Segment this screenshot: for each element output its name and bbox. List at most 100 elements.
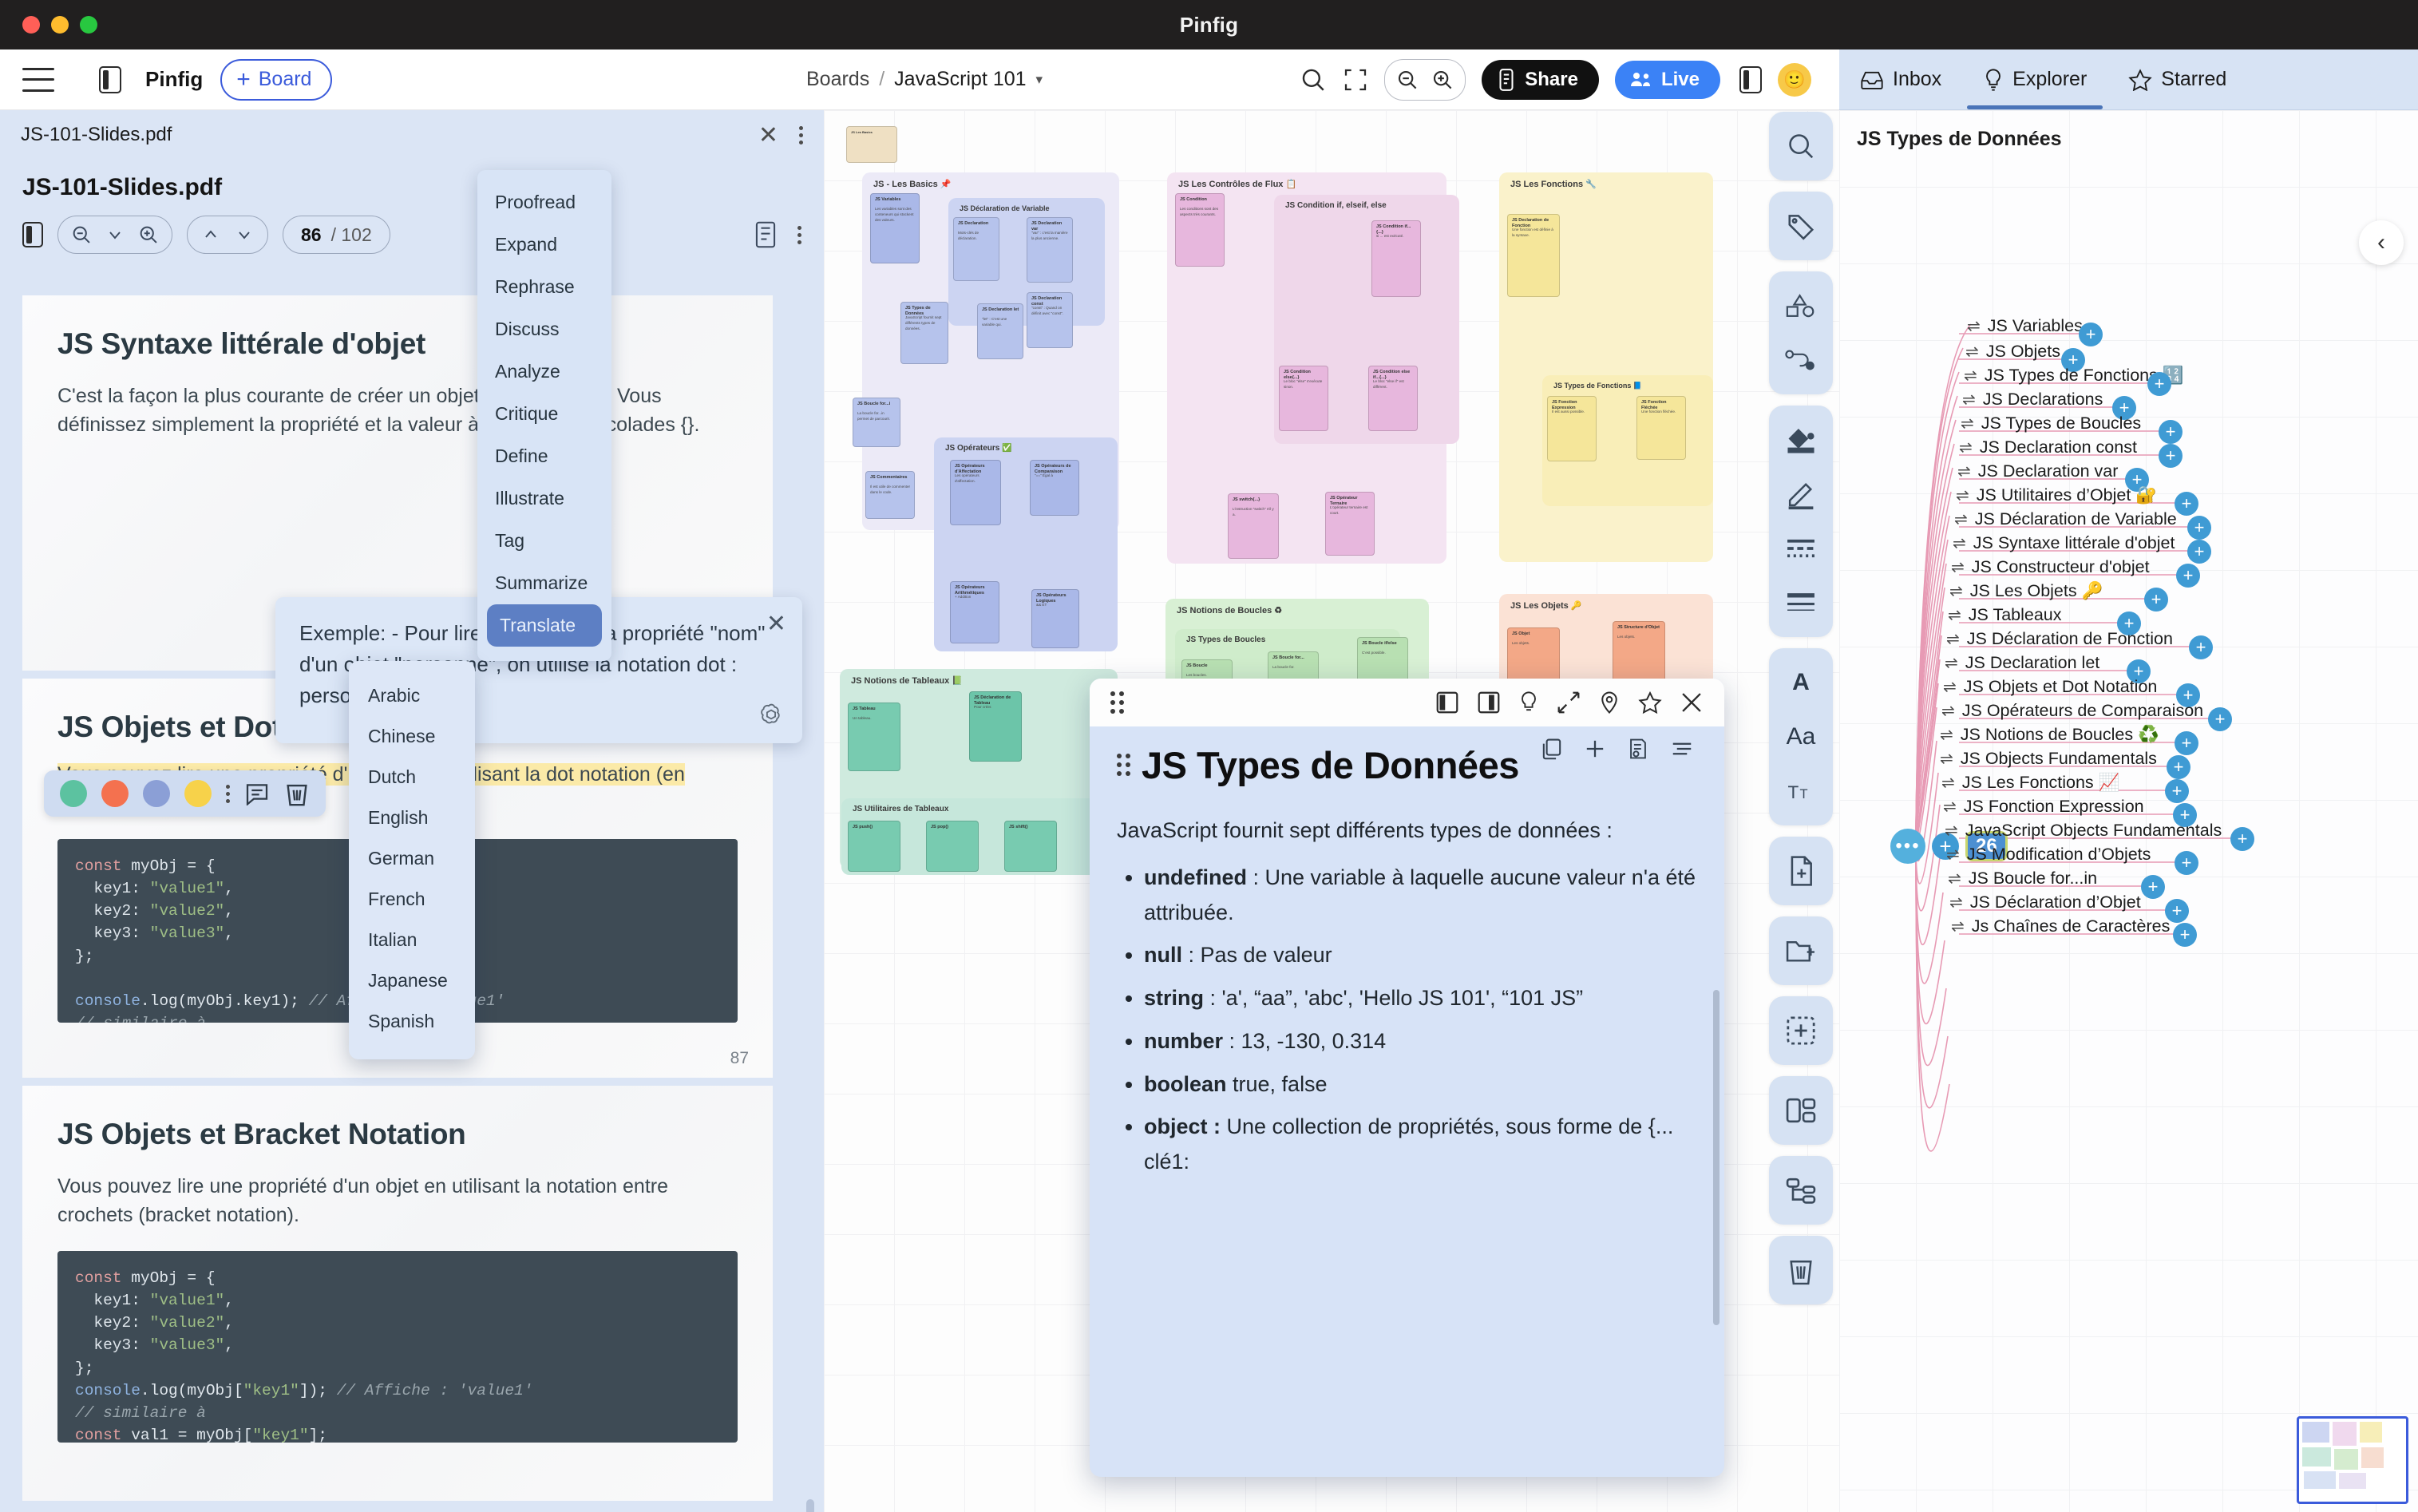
mindmap-node[interactable]: ⇌ JS Déclaration de Variable [1954,509,2177,529]
zoom-in-icon[interactable] [132,217,165,252]
outline-icon[interactable] [753,220,778,249]
ai-menu-item-illustrate[interactable]: Illustrate [477,477,611,520]
next-page-chevron-down-icon[interactable] [228,217,261,252]
breadcrumb-current[interactable]: JavaScript 101 [894,68,1026,91]
bulb-icon[interactable] [1518,691,1539,714]
drag-handle-icon[interactable] [1110,691,1124,714]
add-node-icon[interactable]: + [2175,851,2198,875]
pdf-page-indicator[interactable]: 86 / 102 [283,216,390,254]
board-note[interactable]: JS Condition else{...} Le bloc "else" s'e… [1279,366,1328,431]
rail-text-format-icon[interactable]: TT [1776,766,1826,816]
highlight-toolbar[interactable] [44,770,326,817]
ai-menu-item-translate[interactable]: Translate [487,604,602,647]
breadcrumb[interactable]: Boards / JavaScript 101 ▾ [806,68,1043,91]
add-board-button[interactable]: + Board [220,58,333,101]
board-note[interactable]: JS Types de Données JavaScript fournit se… [900,302,948,364]
add-node-icon[interactable]: + [2144,588,2168,612]
add-node-icon[interactable]: + [2176,564,2200,588]
rail-add-note-icon[interactable] [1776,846,1826,896]
add-node-icon[interactable]: + [2187,516,2211,540]
mindmap-node[interactable]: ⇌ JS Opérateurs de Comparaison [1941,701,2203,721]
board-note[interactable]: JS Opérateur Ternaire L'opérateur ternair… [1325,492,1375,556]
rail-shapes-icon[interactable] [1776,281,1826,331]
zoom-controls[interactable] [1384,58,1466,101]
rail-trash-icon[interactable] [1776,1245,1826,1295]
mindmap-node[interactable]: ⇌ JS Les Objets 🔑 [1949,581,2103,601]
location-icon[interactable] [1598,691,1621,714]
add-node-icon[interactable]: + [2165,779,2189,803]
language-option-arabic[interactable]: Arabic [349,675,475,716]
node-detail-card[interactable]: JS Types de Données JavaScript fournit s… [1090,679,1724,1477]
add-node-icon[interactable]: + [2189,635,2213,659]
ai-menu-item-discuss[interactable]: Discuss [477,308,611,350]
pdf-page-nav[interactable] [187,216,268,254]
ai-menu-item-expand[interactable]: Expand [477,224,611,266]
board-note[interactable]: JS Opérateurs d'Affectation Les opérateur… [950,460,1001,525]
language-option-german[interactable]: German [349,838,475,879]
add-node-icon[interactable]: + [2079,323,2103,346]
board-note[interactable]: JS Les Basics [846,126,897,163]
list-icon[interactable] [1670,738,1694,760]
highlight-color-green[interactable] [60,780,87,807]
language-option-dutch[interactable]: Dutch [349,757,475,798]
board-note[interactable]: JS Déclaration de Tableau Pour créer. [969,691,1022,762]
rail-font-size-icon[interactable]: Aa [1776,712,1826,762]
board-note[interactable]: JS Condition else if...{...} Le bloc "els… [1368,366,1418,431]
zoom-out-icon[interactable] [1390,64,1425,96]
board-note[interactable]: JS push() [848,821,900,872]
ai-menu-item-analyze[interactable]: Analyze [477,350,611,393]
rail-tree-icon[interactable] [1776,1166,1826,1215]
add-node-icon[interactable]: + [2141,875,2165,899]
zoom-out-icon[interactable] [65,217,98,252]
add-node-icon[interactable]: + [2159,420,2183,444]
language-option-spanish[interactable]: Spanish [349,1001,475,1042]
mindmap-node[interactable]: ⇌ JS Declaration let [1945,653,2099,673]
mindmap-node[interactable]: ⇌ JS Objects Fundamentals [1940,749,2157,769]
rail-layout-icon[interactable] [1776,1086,1826,1135]
pdf-current-page[interactable]: 86 [301,224,322,246]
mindmap-node[interactable]: ⇌ JS Objets [1965,342,2060,362]
rail-tag-icon[interactable] [1776,201,1826,251]
more-vertical-icon[interactable] [799,125,803,144]
right-panel-icon[interactable] [1477,691,1501,714]
mindmap-node[interactable]: ⇌ JS Modification d’Objets [1946,845,2151,865]
ai-menu-item-tag[interactable]: Tag [477,520,611,562]
rail-line-weight-icon[interactable] [1776,578,1826,627]
board-note[interactable]: JS Condition Les conditions sont des aspe… [1175,193,1225,267]
mindmap-node[interactable]: ⇌ JS Declaration const [1959,437,2137,457]
mindmap-node[interactable]: ⇌ JS Déclaration de Fonction [1946,629,2173,649]
zoom-preset-chevron-down-icon[interactable] [98,217,132,252]
mindmap-node[interactable]: ⇌ JS Utilitaires d’Objet 🔐 [1956,485,2157,505]
board-note[interactable]: JS Declaration de Fonction Une fonction e… [1507,214,1560,297]
mindmap-node[interactable]: ⇌ JS Constructeur d'objet [1951,557,2150,577]
comment-icon[interactable] [244,782,270,805]
ai-menu-item-rephrase[interactable]: Rephrase [477,266,611,308]
thumbnail-panel-icon[interactable] [22,222,43,247]
mindmap-node[interactable]: ⇌ Js Chaînes de Caractères [1951,916,2170,936]
plus-icon[interactable] [1584,738,1606,760]
language-option-japanese[interactable]: Japanese [349,960,475,1001]
rail-connector-icon[interactable] [1776,335,1826,385]
share-button[interactable]: Share [1482,59,1599,100]
close-icon[interactable]: ✕ [766,610,786,638]
board-note[interactable]: JS Commentaires Il est utile de commenter… [865,471,915,519]
board-note[interactable]: JS pop() [926,821,979,872]
expand-icon[interactable] [1557,691,1581,714]
board-note[interactable]: JS Opérateurs Arithmétiques + Addition [950,581,999,643]
highlight-color-yellow[interactable] [184,780,212,807]
tab-explorer[interactable]: Explorer [1962,49,2107,109]
rail-search-icon[interactable] [1776,121,1826,171]
board-note[interactable]: JS switch{...} L'instruction "switch" s'i… [1228,493,1279,559]
board-note[interactable]: JS Declaration Mots-clés de déclaration. [953,217,999,281]
sidebar-toggle-icon[interactable] [99,65,121,93]
highlight-color-blue[interactable] [143,780,170,807]
mindmap-node[interactable]: ⇌ JS Syntaxe littérale d'objet [1953,533,2175,553]
board-note[interactable]: JS Fonction Fléchée Une fonction fléchée. [1636,396,1686,460]
fit-screen-icon[interactable] [1343,67,1368,93]
copy-icon[interactable] [1541,738,1563,760]
add-node-icon[interactable]: + [2159,444,2183,468]
rail-fill-color-icon[interactable] [1776,415,1826,465]
mindmap-node[interactable]: ⇌ JS Declarations [1962,390,2103,410]
zoom-in-icon[interactable] [1425,64,1460,96]
more-vertical-icon[interactable] [797,225,801,244]
